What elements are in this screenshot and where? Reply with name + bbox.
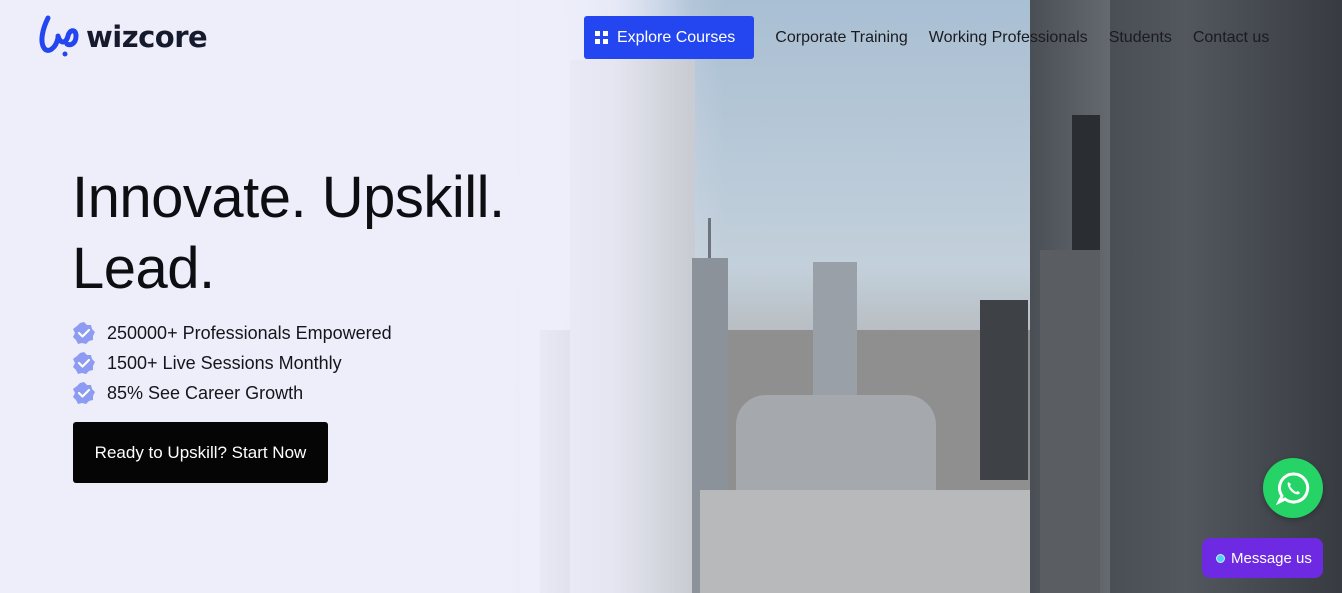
nav-link-contact-us[interactable]: Contact us <box>1193 29 1269 47</box>
brand-name: wizcore <box>86 20 208 54</box>
hero-title-line-1: Innovate. Upskill. <box>72 165 505 230</box>
list-item: 1500+ Live Sessions Monthly <box>72 348 392 378</box>
whatsapp-button[interactable] <box>1263 458 1323 518</box>
hero-title-line-2: Lead. <box>72 236 215 301</box>
online-dot-icon <box>1216 553 1225 563</box>
nav-link-working-professionals[interactable]: Working Professionals <box>929 29 1088 47</box>
nav-link-students[interactable]: Students <box>1109 29 1172 47</box>
start-now-button[interactable]: Ready to Upskill? Start Now <box>73 422 328 483</box>
message-us-button[interactable]: Message us <box>1202 538 1323 578</box>
stat-sessions: 1500+ Live Sessions Monthly <box>107 352 342 373</box>
stat-career-growth: 85% See Career Growth <box>107 382 304 403</box>
site-header: wizcore Explore Courses Corporate Traini… <box>0 0 1342 76</box>
brand-logo[interactable]: wizcore <box>38 14 208 60</box>
verified-badge-icon <box>73 322 95 344</box>
verified-badge-icon <box>73 382 95 404</box>
grid-icon <box>595 31 608 44</box>
wizcore-logo-icon <box>39 15 79 57</box>
nav-link-corporate-training[interactable]: Corporate Training <box>775 29 908 47</box>
explore-courses-label: Explore Courses <box>617 28 736 46</box>
whatsapp-icon <box>1276 472 1310 505</box>
list-item: 85% See Career Growth <box>72 378 392 408</box>
message-us-label: Message us <box>1231 549 1312 567</box>
stat-professionals: 250000+ Professionals Empowered <box>107 322 392 343</box>
hero-stats-list: 250000+ Professionals Empowered 1500+ Li… <box>72 318 392 408</box>
hero-title: Innovate. Upskill. Lead. <box>72 162 505 304</box>
main-nav: Explore Courses Corporate Training Worki… <box>584 16 1269 59</box>
list-item: 250000+ Professionals Empowered <box>72 318 392 348</box>
verified-badge-icon <box>73 352 95 374</box>
explore-courses-button[interactable]: Explore Courses <box>584 16 755 59</box>
